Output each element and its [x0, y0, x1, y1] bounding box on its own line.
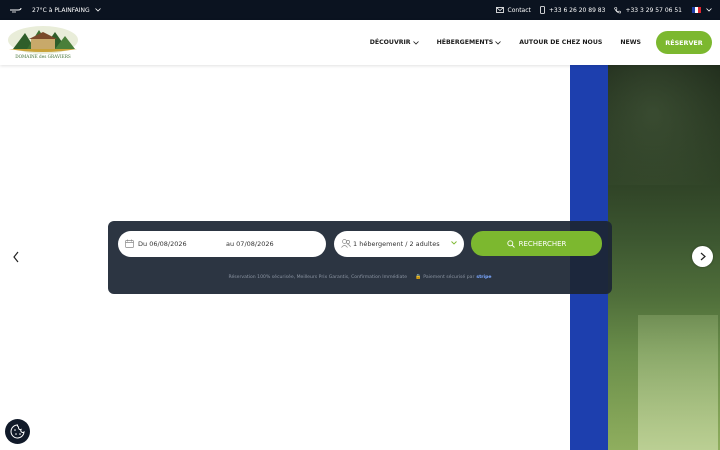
mobile-phone-link[interactable]: +33 6 26 20 89 83 [539, 6, 606, 14]
search-button[interactable]: RECHERCHER [471, 231, 602, 256]
slider-prev-arrow-icon[interactable] [11, 251, 21, 263]
date-from: Du 06/08/2026 [138, 240, 187, 248]
logo-image [8, 26, 78, 54]
date-range-field[interactable]: Du 06/08/2026 au 07/08/2026 [118, 231, 326, 257]
chevron-down-icon [495, 40, 502, 45]
nav-label: HÉBERGEMENTS [436, 39, 494, 46]
stripe-logo: stripe [476, 274, 492, 280]
reserve-button[interactable]: RÉSERVER [656, 31, 712, 54]
chevron-down-icon [94, 8, 101, 12]
search-button-label: RECHERCHER [518, 239, 567, 248]
logo-text: DOMAINE des GRAVIERS [15, 54, 71, 59]
phone-icon [614, 6, 622, 13]
date-to: au 07/08/2026 [226, 240, 274, 248]
main-header: DOMAINE des GRAVIERS DÉCOUVRIR HÉBERGEME… [0, 20, 720, 65]
chevron-right-icon [700, 252, 706, 261]
slider-next-button[interactable] [692, 246, 713, 267]
landline-phone-number: +33 3 29 57 06 51 [625, 6, 682, 14]
trust-text: Réservation 100% sécurisée, Meilleurs Pr… [228, 274, 408, 280]
mail-icon [495, 7, 504, 13]
nav-item-autour[interactable]: AUTOUR DE CHEZ NOUS [519, 39, 602, 46]
booking-search-panel: Du 06/08/2026 au 07/08/2026 1 hébergemen… [108, 221, 612, 294]
nav-label: AUTOUR DE CHEZ NOUS [519, 39, 603, 46]
chevron-down-icon [451, 241, 457, 245]
wind-icon [10, 7, 22, 13]
nav-item-news[interactable]: NEWS [620, 39, 641, 46]
mobile-phone-number: +33 6 26 20 89 83 [548, 6, 606, 14]
contact-label: Contact [507, 6, 531, 14]
contact-link[interactable]: Contact [495, 6, 531, 14]
chevron-down-icon[interactable] [706, 8, 712, 12]
payment-text: Paiement sécurisé par [423, 274, 475, 280]
landline-phone-link[interactable]: +33 3 29 57 06 51 [614, 7, 682, 14]
lock-icon: 🔒 [415, 274, 422, 280]
cookie-settings-button[interactable] [5, 419, 30, 444]
weather-widget[interactable]: 27°C à PLAINFAING [10, 0, 101, 20]
top-bar: 27°C à PLAINFAING Contact +33 6 26 20 89… [0, 0, 720, 20]
users-icon [341, 239, 351, 248]
cookie-icon [10, 424, 25, 439]
trust-line: Réservation 100% sécurisée, Meilleurs Pr… [108, 274, 612, 280]
nav-label: DÉCOUVRIR [369, 39, 411, 46]
language-flag-fr[interactable] [692, 7, 701, 13]
nav-item-decouvrir[interactable]: DÉCOUVRIR [370, 39, 419, 46]
nav-label: NEWS [620, 39, 641, 46]
chevron-down-icon [412, 40, 419, 45]
hero-slider: Du 06/08/2026 au 07/08/2026 1 hébergemen… [0, 65, 720, 450]
main-nav: DÉCOUVRIR HÉBERGEMENTS AUTOUR DE CHEZ NO… [352, 20, 712, 65]
guests-text: 1 hébergement / 2 adultes [353, 240, 440, 248]
nav-item-hebergements[interactable]: HÉBERGEMENTS [437, 39, 502, 46]
smartphone-icon [539, 6, 545, 14]
guests-selector[interactable]: 1 hébergement / 2 adultes [334, 231, 464, 257]
search-icon [506, 239, 515, 248]
weather-text: 27°C à PLAINFAING [32, 6, 90, 14]
calendar-icon [125, 239, 134, 248]
logo[interactable]: DOMAINE des GRAVIERS [7, 25, 79, 61]
